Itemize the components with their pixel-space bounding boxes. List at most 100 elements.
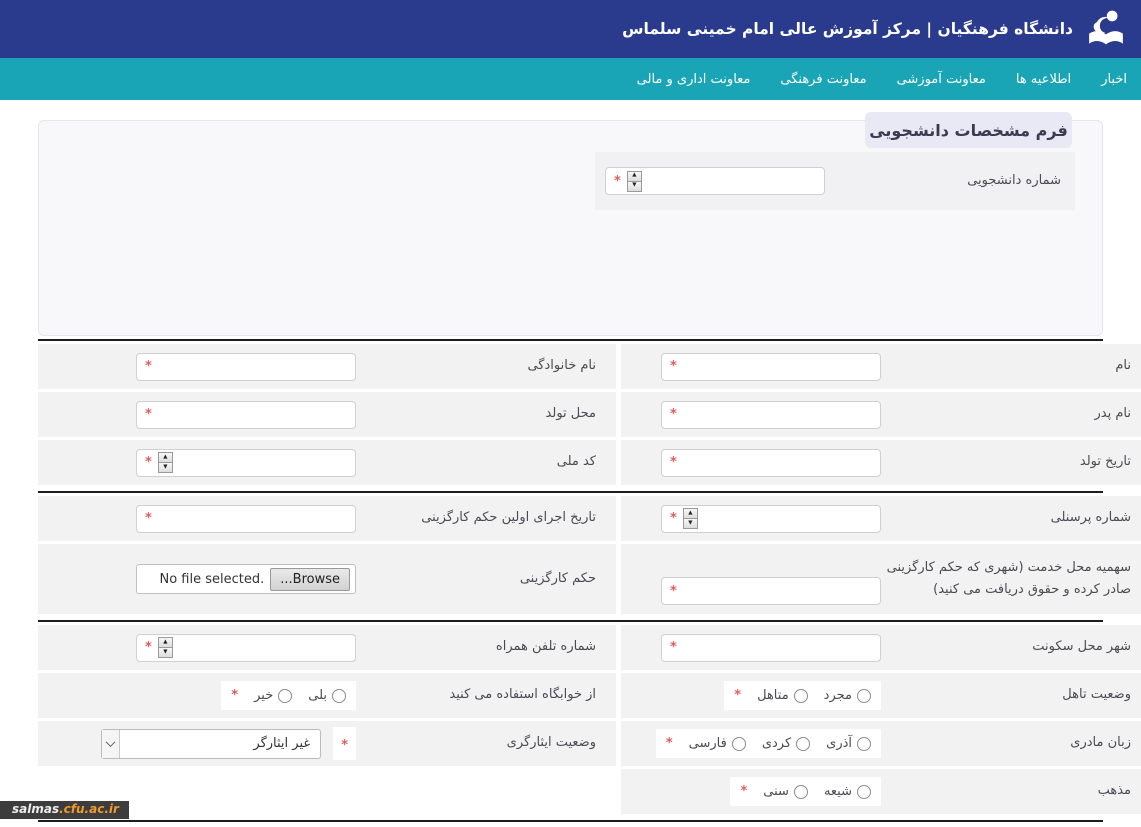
student-number-input[interactable]: * ▲▼ bbox=[605, 167, 825, 195]
required-asterisk: * bbox=[145, 407, 152, 422]
field-row-last-name: نام خانوادگی * bbox=[38, 344, 616, 389]
father-name-input[interactable]: * bbox=[661, 401, 881, 429]
personnel-number-label: شماره پرسنلی bbox=[881, 507, 1131, 529]
birth-place-input[interactable]: * bbox=[136, 401, 356, 429]
number-spinner[interactable]: ▲▼ bbox=[158, 637, 173, 658]
nav-item-cultural-deputy[interactable]: معاونت فرهنگی bbox=[780, 72, 866, 87]
religion-label: مذهب bbox=[881, 780, 1131, 802]
field-row-personnel-number: شماره پرسنلی * ▲▼ bbox=[621, 496, 1141, 541]
field-row-service-quota: سهمیه محل خدمت (شهری که حکم کارگزینی صاد… bbox=[621, 544, 1141, 614]
residence-city-input[interactable]: * bbox=[661, 634, 881, 662]
required-asterisk: * bbox=[614, 174, 621, 189]
radio-icon[interactable] bbox=[857, 785, 871, 799]
nav-item-news[interactable]: اخبار bbox=[1101, 72, 1127, 87]
number-spinner[interactable]: ▲▼ bbox=[627, 171, 642, 192]
required-asterisk: * bbox=[145, 455, 152, 470]
radio-option-married[interactable]: متاهل bbox=[757, 688, 808, 703]
nav-item-admin-finance-deputy[interactable]: معاونت اداری و مالی bbox=[637, 72, 751, 87]
radio-option-farsi[interactable]: فارسی bbox=[689, 736, 746, 751]
field-row-decree-file: حکم کارگزینی No file selected. Browse... bbox=[38, 544, 616, 614]
chevron-down-icon[interactable] bbox=[102, 730, 120, 758]
sacrifice-status-label: وضعیت ایثارگری bbox=[356, 732, 596, 754]
no-file-selected-text: No file selected. bbox=[160, 572, 265, 587]
number-spinner[interactable]: ▲▼ bbox=[158, 452, 173, 473]
status-host: salmas bbox=[12, 802, 59, 816]
last-name-input[interactable]: * bbox=[136, 353, 356, 381]
decree-file-input[interactable]: No file selected. Browse... bbox=[136, 564, 356, 594]
field-row-mother-tongue: زبان مادری آذری کردی فارسی * bbox=[621, 721, 1141, 766]
first-decree-date-label: تاریخ اجرای اولین حکم کارگزینی bbox=[356, 507, 596, 529]
radio-icon[interactable] bbox=[794, 785, 808, 799]
field-row-first-name: نام * bbox=[621, 344, 1141, 389]
radio-option-azari[interactable]: آذری bbox=[826, 736, 871, 751]
required-asterisk: * bbox=[145, 640, 152, 655]
decree-file-label: حکم کارگزینی bbox=[356, 568, 596, 590]
radio-label: خیر bbox=[254, 688, 273, 703]
mother-tongue-radio-group: آذری کردی فارسی * bbox=[656, 729, 881, 758]
radio-label: فارسی bbox=[689, 736, 727, 751]
mother-tongue-label: زبان مادری bbox=[881, 732, 1131, 754]
birth-date-label: تاریخ تولد bbox=[881, 451, 1131, 473]
required-asterisk: * bbox=[734, 688, 741, 703]
first-name-input[interactable]: * bbox=[661, 353, 881, 381]
field-row-national-code: کد ملی * ▲▼ bbox=[38, 440, 616, 485]
field-row-father-name: نام پدر * bbox=[621, 392, 1141, 437]
radio-label: سنی bbox=[763, 784, 789, 799]
required-asterisk-patch: * bbox=[333, 727, 356, 760]
student-number-row: شماره دانشجویی * ▲▼ bbox=[595, 152, 1075, 210]
service-quota-input[interactable]: * bbox=[661, 577, 881, 605]
field-row-marital-status: وضعیت تاهل مجرد متاهل * bbox=[621, 673, 1141, 718]
number-spinner[interactable]: ▲▼ bbox=[683, 508, 698, 529]
mobile-number-label: شماره تلفن همراه bbox=[356, 636, 596, 658]
radio-icon[interactable] bbox=[332, 689, 346, 703]
radio-option-single[interactable]: مجرد bbox=[824, 688, 871, 703]
form-section-personal: شهر محل سکونت * وضعیت تاهل مجرد متاهل * … bbox=[38, 625, 1141, 817]
first-name-label: نام bbox=[881, 355, 1131, 377]
service-quota-label: سهمیه محل خدمت (شهری که حکم کارگزینی صاد… bbox=[881, 557, 1131, 601]
required-asterisk: * bbox=[670, 584, 677, 599]
required-asterisk: * bbox=[670, 407, 677, 422]
browser-status-url: salmas.cfu.ac.ir bbox=[0, 801, 129, 819]
radio-icon[interactable] bbox=[857, 737, 871, 751]
birth-date-input[interactable]: * bbox=[661, 449, 881, 477]
sacrifice-status-select[interactable]: غیر ایثارگر bbox=[101, 729, 321, 759]
last-name-label: نام خانوادگی bbox=[356, 355, 596, 377]
field-row-first-decree-date: تاریخ اجرای اولین حکم کارگزینی * bbox=[38, 496, 616, 541]
radio-icon[interactable] bbox=[796, 737, 810, 751]
bottom-divider bbox=[38, 820, 1103, 822]
radio-option-shia[interactable]: شیعه bbox=[824, 784, 871, 799]
radio-label: مجرد bbox=[824, 688, 852, 703]
mobile-number-input[interactable]: * ▲▼ bbox=[136, 634, 356, 662]
student-number-label: شماره دانشجویی bbox=[967, 170, 1061, 192]
radio-label: متاهل bbox=[757, 688, 789, 703]
radio-option-sunni[interactable]: سنی bbox=[763, 784, 808, 799]
radio-option-yes[interactable]: بلی bbox=[308, 688, 346, 703]
field-row-mobile-number: شماره تلفن همراه * ▲▼ bbox=[38, 625, 616, 670]
radio-icon[interactable] bbox=[857, 689, 871, 703]
section-divider bbox=[38, 339, 1103, 341]
national-code-input[interactable]: * ▲▼ bbox=[136, 449, 356, 477]
radio-option-kurdish[interactable]: کردی bbox=[762, 736, 810, 751]
field-row-birth-date: تاریخ تولد * bbox=[621, 440, 1141, 485]
residence-city-label: شهر محل سکونت bbox=[881, 636, 1131, 658]
browse-button[interactable]: Browse... bbox=[270, 568, 350, 591]
marital-status-radio-group: مجرد متاهل * bbox=[724, 681, 881, 710]
nav-item-announcements[interactable]: اطلاعیه ها bbox=[1016, 72, 1071, 87]
personnel-number-input[interactable]: * ▲▼ bbox=[661, 505, 881, 533]
radio-icon[interactable] bbox=[278, 689, 292, 703]
required-asterisk: * bbox=[670, 640, 677, 655]
farhangian-university-logo-icon bbox=[1083, 6, 1129, 52]
field-row-residence-city: شهر محل سکونت * bbox=[621, 625, 1141, 670]
radio-icon[interactable] bbox=[732, 737, 746, 751]
required-asterisk: * bbox=[145, 359, 152, 374]
nav-item-education-deputy[interactable]: معاونت آموزشی bbox=[897, 72, 986, 87]
field-row-sacrifice-status: وضعیت ایثارگری * غیر ایثارگر bbox=[38, 721, 616, 766]
section-divider bbox=[38, 491, 1103, 493]
required-asterisk: * bbox=[670, 511, 677, 526]
marital-status-label: وضعیت تاهل bbox=[881, 684, 1131, 706]
required-asterisk: * bbox=[666, 736, 673, 751]
radio-icon[interactable] bbox=[794, 689, 808, 703]
birth-place-label: محل تولد bbox=[356, 403, 596, 425]
first-decree-date-input[interactable]: * bbox=[136, 505, 356, 533]
radio-option-no[interactable]: خیر bbox=[254, 688, 292, 703]
